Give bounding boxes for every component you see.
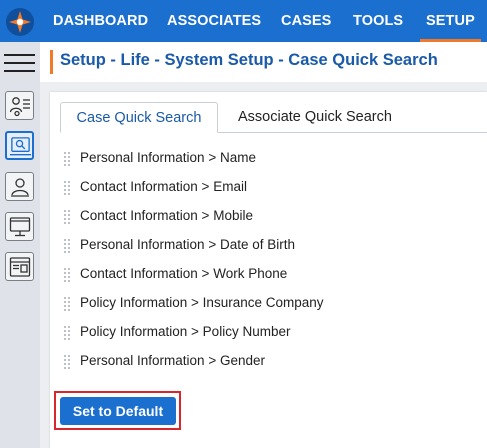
title-accent-bar <box>50 50 53 74</box>
field-label: Personal Information > Name <box>80 150 256 165</box>
field-label: Personal Information > Date of Birth <box>80 237 295 252</box>
nav-associates[interactable]: ASSOCIATES <box>167 0 261 42</box>
drag-handle-icon[interactable] <box>64 239 72 253</box>
app-logo-icon[interactable] <box>6 8 34 36</box>
top-navigation-bar: DASHBOARD ASSOCIATES CASES TOOLS SETUP <box>0 0 487 42</box>
field-label: Contact Information > Mobile <box>80 208 253 223</box>
set-to-default-button[interactable]: Set to Default <box>60 397 176 425</box>
hamburger-menu-icon[interactable] <box>4 52 36 74</box>
field-label: Policy Information > Insurance Company <box>80 295 324 310</box>
field-label: Personal Information > Gender <box>80 353 265 368</box>
nav-tools[interactable]: TOOLS <box>353 0 403 42</box>
drag-handle-icon[interactable] <box>64 355 72 369</box>
case-search-icon[interactable] <box>5 131 34 160</box>
nav-setup[interactable]: SETUP <box>420 0 481 42</box>
user-settings-icon[interactable] <box>5 91 34 120</box>
page-title: Setup - Life - System Setup - Case Quick… <box>60 51 438 69</box>
tab-case-quick-search[interactable]: Case Quick Search <box>60 102 218 133</box>
drag-handle-icon[interactable] <box>64 268 72 282</box>
tab-associate-quick-search[interactable]: Associate Quick Search <box>238 102 392 133</box>
field-label: Contact Information > Email <box>80 179 247 194</box>
user-icon[interactable] <box>5 172 34 201</box>
drag-handle-icon[interactable] <box>64 326 72 340</box>
browser-window-icon[interactable] <box>5 252 34 281</box>
drag-handle-icon[interactable] <box>64 181 72 195</box>
drag-handle-icon[interactable] <box>64 152 72 166</box>
drag-handle-icon[interactable] <box>64 297 72 311</box>
field-label: Contact Information > Work Phone <box>80 266 288 281</box>
nav-cases[interactable]: CASES <box>281 0 331 42</box>
monitor-icon[interactable] <box>5 212 34 241</box>
nav-dashboard[interactable]: DASHBOARD <box>53 0 148 42</box>
drag-handle-icon[interactable] <box>64 210 72 224</box>
field-label: Policy Information > Policy Number <box>80 324 291 339</box>
